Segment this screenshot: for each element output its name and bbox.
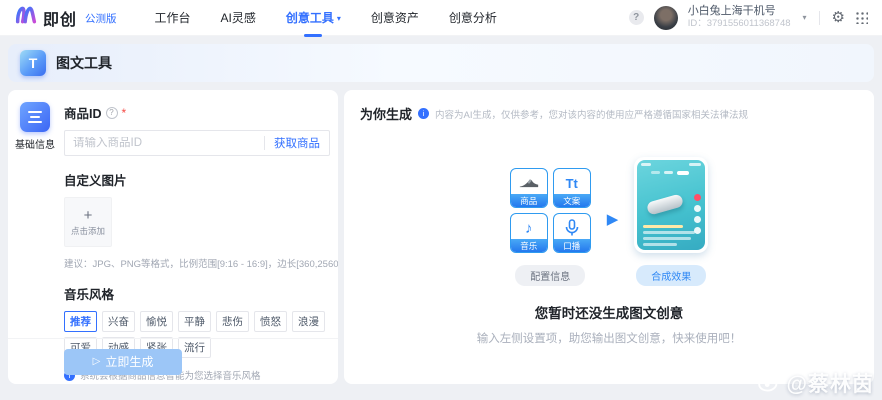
like-icon	[694, 194, 701, 201]
main-nav: 工作台 AI灵感 创意工具▾ 创意资产 创意分析	[155, 9, 497, 26]
tool-icon: T	[20, 50, 46, 76]
tab-basic-info[interactable]: 基础信息	[8, 102, 62, 151]
config-card-label: 商品	[511, 194, 547, 207]
product-id-input[interactable]	[65, 137, 264, 149]
product-id-input-row: 获取商品	[64, 130, 330, 156]
shoe-icon	[518, 173, 540, 193]
chevron-down-icon: ▾	[337, 14, 341, 23]
config-card-voiceover: 口播	[553, 213, 591, 253]
weibo-watermark: @蔡林茵	[757, 368, 874, 398]
top-navbar: 即创 公测版 工作台 AI灵感 创意工具▾ 创意资产 创意分析 ? 小白兔上海干…	[0, 0, 882, 36]
app-root: 即创 公测版 工作台 AI灵感 创意工具▾ 创意资产 创意分析 ? 小白兔上海干…	[0, 0, 882, 400]
config-pill: 配置信息	[515, 265, 585, 286]
upload-hint: 建议：JPG、PNG等格式，比例范围[9:16 - 16:9]，边长[360,2…	[64, 256, 330, 270]
text-icon: Tt	[566, 173, 578, 193]
gear-icon[interactable]: ⚙	[832, 10, 845, 25]
beta-badge: 公测版	[85, 11, 117, 26]
weibo-icon	[757, 369, 783, 398]
tab-label: 基础信息	[15, 136, 55, 151]
preview-title: 为你生成	[360, 104, 412, 123]
nav-item-creative-analysis[interactable]: 创意分析	[449, 9, 497, 26]
product-id-label: 商品ID	[64, 103, 102, 122]
document-icon	[20, 102, 50, 132]
tag-sad[interactable]: 悲伤	[216, 311, 249, 332]
image-upload-button[interactable]: + 点击添加	[64, 197, 112, 247]
watermark-text: @蔡林茵	[787, 368, 874, 398]
product-id-label-row: 商品ID ? *	[64, 103, 330, 122]
product-image-placeholder	[646, 193, 684, 215]
arrow-right-icon: ▶	[607, 210, 619, 228]
tag-angry[interactable]: 愤怒	[254, 311, 287, 332]
result-pill: 合成效果	[636, 265, 706, 286]
custom-image-label: 自定义图片	[64, 170, 330, 189]
preview-panel: 为你生成 i 内容为AI生成，仅供参考，您对该内容的使用应严格遵循国家相关法律法…	[344, 90, 874, 384]
empty-state-title: 您暂时还没生成图文创意	[344, 302, 874, 322]
config-card-label: 音乐	[511, 239, 547, 252]
comment-icon	[694, 205, 701, 212]
nav-item-creative-assets[interactable]: 创意资产	[371, 9, 419, 26]
info-icon: i	[418, 108, 429, 119]
tag-romantic[interactable]: 浪漫	[292, 311, 325, 332]
share-icon	[694, 227, 701, 234]
music-style-label: 音乐风格	[64, 284, 330, 303]
logo-icon	[14, 5, 38, 30]
upload-text: 点击添加	[71, 225, 105, 237]
microphone-icon	[565, 218, 579, 238]
tag-joyful[interactable]: 愉悦	[140, 311, 173, 332]
avatar[interactable]	[654, 6, 678, 30]
play-icon: ▷	[93, 356, 101, 367]
user-menu[interactable]: 小白兔上海干机号 ID：3791556011368748	[688, 5, 791, 31]
navbar-right: ? 小白兔上海干机号 ID：3791556011368748 ▾ ⚙	[629, 5, 868, 31]
apps-grid-icon[interactable]	[855, 11, 868, 24]
chevron-down-icon[interactable]: ▾	[803, 13, 807, 22]
result-column: 合成效果	[634, 157, 708, 286]
generate-button[interactable]: ▷ 立即生成	[64, 349, 182, 375]
user-id: ID：3791556011368748	[688, 18, 791, 30]
config-card-music: ♪ 音乐	[510, 213, 548, 253]
config-column: 商品 Tt 文案 ♪ 音乐	[510, 168, 591, 286]
nav-item-label: 创意工具	[286, 11, 334, 25]
question-circle-icon[interactable]: ?	[106, 107, 118, 119]
config-grid: 商品 Tt 文案 ♪ 音乐	[510, 168, 591, 253]
nav-item-ai-inspiration[interactable]: AI灵感	[221, 9, 256, 26]
phone-mockup	[634, 157, 708, 253]
settings-form: 商品ID ? * 获取商品 自定义图片 + 点击添加 建议：JPG、PNG等格式…	[64, 90, 330, 338]
fetch-product-button[interactable]: 获取商品	[265, 135, 329, 151]
preview-header: 为你生成 i 内容为AI生成，仅供参考，您对该内容的使用应严格遵循国家相关法律法…	[344, 90, 874, 123]
phone-screen	[637, 160, 705, 250]
page-header: T 图文工具	[8, 44, 874, 82]
logo-text: 即创	[43, 6, 77, 30]
divider	[819, 11, 820, 25]
tag-calm[interactable]: 平静	[178, 311, 211, 332]
favorite-icon	[694, 216, 701, 223]
ai-disclaimer: 内容为AI生成，仅供参考，您对该内容的使用应严格遵循国家相关法律法规	[435, 107, 748, 121]
tag-recommend[interactable]: 推荐	[64, 311, 97, 332]
empty-state-illustration: 商品 Tt 文案 ♪ 音乐	[344, 157, 874, 286]
nav-item-workbench[interactable]: 工作台	[155, 9, 191, 26]
config-card-label: 口播	[554, 239, 590, 252]
page-title: 图文工具	[56, 53, 112, 73]
plus-icon: +	[84, 208, 93, 223]
app-logo[interactable]: 即创	[14, 5, 77, 30]
tag-excited[interactable]: 兴奋	[102, 311, 135, 332]
help-icon[interactable]: ?	[629, 10, 644, 25]
required-mark: *	[122, 106, 127, 120]
settings-panel: 基础信息 商品ID ? * 获取商品 自定义图片 + 点击添加 建议：JPG、P…	[8, 90, 338, 384]
config-card-label: 文案	[554, 194, 590, 207]
generate-label: 立即生成	[105, 353, 153, 370]
panel-footer: ▷ 立即生成	[8, 338, 338, 384]
nav-item-creative-tools[interactable]: 创意工具▾	[286, 9, 341, 26]
config-card-copy: Tt 文案	[553, 168, 591, 208]
navbar-left: 即创 公测版 工作台 AI灵感 创意工具▾ 创意资产 创意分析	[14, 5, 497, 30]
empty-state-subtitle: 输入左侧设置项，助您输出图文创意，快来使用吧！	[344, 330, 874, 346]
user-name: 小白兔上海干机号	[688, 5, 791, 19]
music-note-icon: ♪	[525, 218, 533, 238]
config-card-product: 商品	[510, 168, 548, 208]
